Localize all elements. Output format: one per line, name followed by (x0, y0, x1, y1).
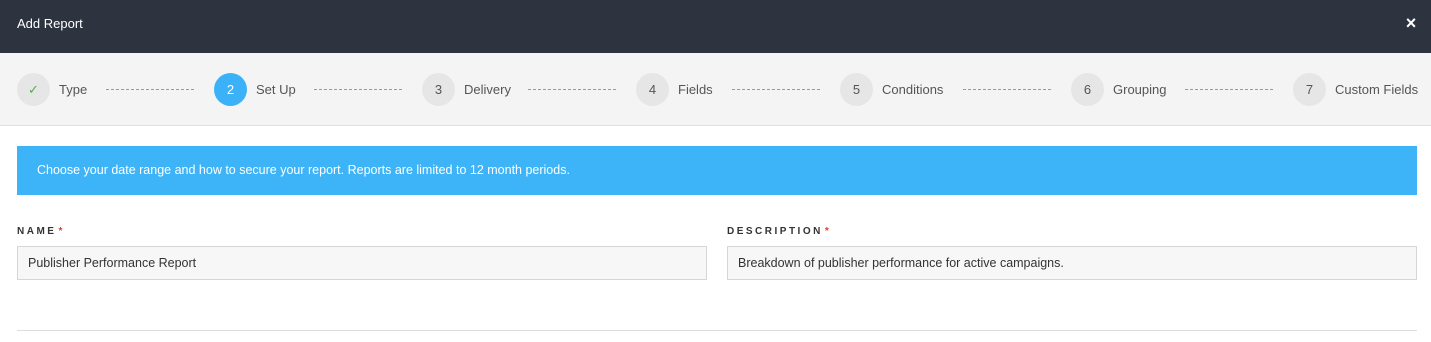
step-number: 4 (636, 73, 669, 106)
step-label: Grouping (1113, 82, 1167, 97)
step-custom-fields[interactable]: 7 Custom Fields (1293, 73, 1418, 106)
required-mark: * (58, 226, 65, 237)
step-label: Type (59, 82, 88, 97)
name-label-text: NAME (17, 226, 57, 237)
step-fields[interactable]: 4 Fields (636, 73, 713, 106)
step-connector (963, 89, 1051, 90)
description-label-text: DESCRIPTION (727, 226, 823, 237)
step-label: Custom Fields (1335, 82, 1419, 97)
wizard-steps: ✓ Type 2 Set Up 3 Delivery 4 Fields 5 Co… (0, 53, 1431, 126)
name-input[interactable] (17, 246, 707, 280)
step-number: 5 (840, 73, 873, 106)
step-number: 3 (422, 73, 455, 106)
step-label: Delivery (464, 82, 511, 97)
step-label: Fields (678, 82, 713, 97)
step-number: 2 (214, 73, 247, 106)
step-connector (106, 89, 194, 90)
description-label: DESCRIPTION * (727, 226, 831, 237)
step-number: 7 (1293, 73, 1326, 106)
step-connector (1185, 89, 1273, 90)
step-conditions[interactable]: 5 Conditions (840, 73, 943, 106)
divider (17, 330, 1417, 331)
step-delivery[interactable]: 3 Delivery (422, 73, 511, 106)
check-icon: ✓ (17, 73, 50, 106)
step-type[interactable]: ✓ Type (17, 73, 87, 106)
info-banner: Choose your date range and how to secure… (17, 146, 1417, 195)
step-connector (732, 89, 820, 90)
description-input[interactable] (727, 246, 1417, 280)
required-mark: * (824, 226, 832, 237)
modal-header: Add Report × (0, 0, 1431, 53)
step-label: Conditions (882, 82, 944, 97)
step-connector (314, 89, 402, 90)
close-icon[interactable]: × (1400, 12, 1422, 34)
step-grouping[interactable]: 6 Grouping (1071, 73, 1166, 106)
step-label: Set Up (256, 82, 296, 97)
name-label: NAME * (17, 226, 65, 237)
modal-title: Add Report (17, 16, 83, 31)
step-number: 6 (1071, 73, 1104, 106)
step-set-up[interactable]: 2 Set Up (214, 73, 296, 106)
step-connector (528, 89, 616, 90)
